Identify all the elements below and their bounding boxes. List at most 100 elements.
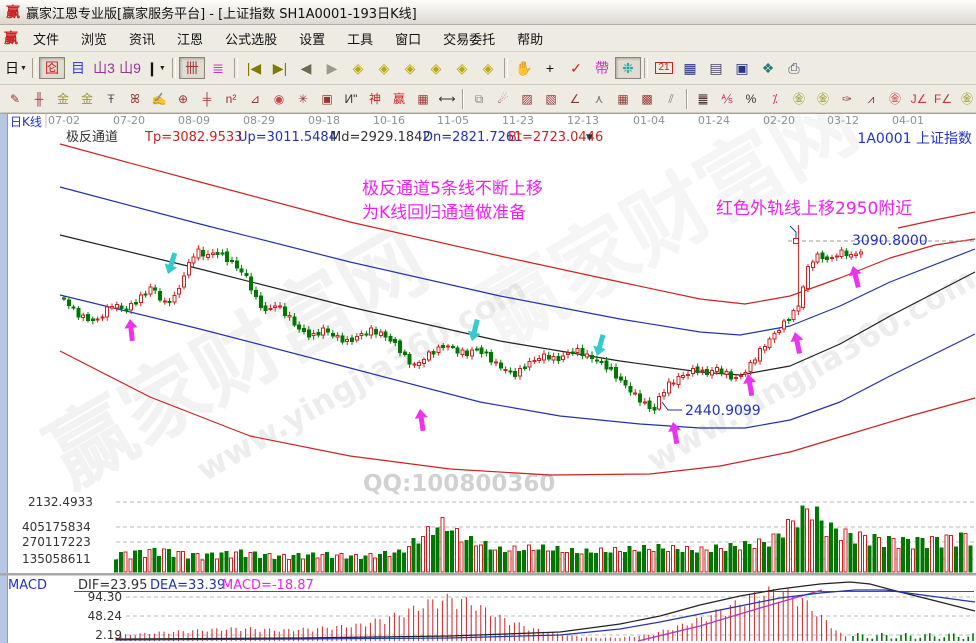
ray-fan-icon: ☄ [498,93,509,105]
notepad-button[interactable]: ▤ [703,57,729,79]
minute-9-view-button[interactable]: 山9 [117,57,143,79]
flag-pen-button[interactable]: ✑ [835,89,859,108]
menu-item-9[interactable]: 帮助 [506,26,554,51]
wave-tool-button[interactable]: ⋏ [587,89,611,108]
shade-box-2-icon: ▧ [545,93,556,105]
zoom-right-button[interactable]: ◈ [371,57,397,79]
percent-line-button[interactable]: ⁒ [763,89,787,108]
circle-target-button[interactable]: ◉ [267,89,291,108]
percent-button[interactable]: % [739,89,763,108]
network-data-button[interactable]: ❖ [755,57,781,79]
step-forward-icon: ▶ [327,61,338,75]
gann-circle-button[interactable]: ⊕ [171,89,195,108]
zoom-all-button[interactable]: ◈ [475,57,501,79]
print-button[interactable]: ⎙ [781,57,807,79]
gann-gold-ruler-1-button[interactable]: 金 [51,89,75,108]
minute-9-view-icon: 山9 [119,61,141,75]
radiate-tool-button[interactable]: ✳ [291,89,315,108]
menu-item-7[interactable]: 窗口 [384,26,432,51]
ruler-tool-button[interactable]: ╫ [27,89,51,108]
gold-angle-icon: ㊎ [961,93,973,105]
date-tick-5: 10-16 [373,114,405,127]
indicator-up: Up=3011.5484 [238,130,337,145]
frame-tool-button[interactable]: ⧉ [467,89,491,108]
gold-circle-1-icon: ㊎ [793,93,805,105]
note-line2: 为K线回归通道做准备 [362,203,526,223]
menu-item-8[interactable]: 交易委托 [432,26,506,51]
angle-line-button[interactable]: ∠ [563,89,587,108]
color-volume-view-button[interactable]: ≣ [205,57,231,79]
candle-draw-tool-button[interactable]: 卌 [179,57,205,79]
circle-grid-button[interactable]: ▣ [315,89,339,108]
gold-red-button[interactable]: ㊎ [883,89,907,108]
minute-3-view-button[interactable]: 山3 [91,57,117,79]
percent-zone-icon: ⅍ [721,93,732,105]
hand-tool-button[interactable]: ✋ [511,57,537,79]
angle-fan-button[interactable]: ⊿ [243,89,267,108]
band-tool-button[interactable]: 帶 [589,57,615,79]
pencil-tool-button[interactable]: ✎ [3,89,27,108]
pane-divider[interactable] [0,573,976,576]
marker-tool-button[interactable]: ✍ [147,89,171,108]
menu-item-1[interactable]: 浏览 [70,26,118,51]
quote-list-view-icon: 目 [71,61,85,75]
window-title: 赢家江恩专业版[赢家服务平台] - [上证指数 SH1A0001-193日K线] [26,3,417,22]
quote-list-view-button[interactable]: 目 [65,57,91,79]
step-forward-button[interactable]: ▶ [319,57,345,79]
shen-tool-button[interactable]: 神 [363,89,387,108]
ying-tool-button[interactable]: 赢 [387,89,411,108]
square-of-nine-icon: n² [226,93,237,105]
arc-tool-button[interactable]: ⩘ [859,89,883,108]
menu-item-6[interactable]: 工具 [336,26,384,51]
goto-first-button[interactable]: |◀ [241,57,267,79]
square-of-nine-button[interactable]: n² [219,89,243,108]
menu-item-0[interactable]: 文件 [22,26,70,51]
menu-item-2[interactable]: 资讯 [118,26,166,51]
gold-angle-button[interactable]: ㊎ [955,89,976,108]
spiral-tool-button[interactable]: ꕤ [123,89,147,108]
save-button[interactable]: ▣ [729,57,755,79]
calendar-button[interactable]: 21 [651,57,677,79]
k-mark-button[interactable]: И" [339,89,363,108]
volume-axis-1: 405175834 [22,520,91,534]
candle-style-button[interactable]: ❙▼ [143,57,169,79]
zoom-out-button[interactable]: ◈ [449,57,475,79]
goto-last-button[interactable]: ▶| [267,57,293,79]
hand-tool-icon: ✋ [515,61,532,75]
step-back-button[interactable]: ◀ [293,57,319,79]
grid-a-button[interactable]: ▦ [611,89,635,108]
f-ruler-button[interactable]: Ŧ [99,89,123,108]
angle-measure-tool-button[interactable]: ✓ [563,57,589,79]
gold-circle-2-button[interactable]: ㊎ [811,89,835,108]
menu-item-5[interactable]: 设置 [288,26,336,51]
f-angle-button[interactable]: F∠ [931,89,955,108]
grid-123-button[interactable]: ▦ [411,89,435,108]
pencil-tool-icon: ✎ [10,93,20,105]
zoom-h-button[interactable]: ◈ [397,57,423,79]
crosshair-tool-button[interactable]: + [537,57,563,79]
calculator-button[interactable]: ▦ [677,57,703,79]
ray-fan-button[interactable]: ☄ [491,89,515,108]
smart-analysis-button[interactable]: ❉ [615,57,641,79]
gann-gold-ruler-2-button[interactable]: 金 [75,89,99,108]
gold-circle-1-button[interactable]: ㊎ [787,89,811,108]
indicator-dropdown-icon[interactable]: ▼ [586,133,593,143]
j-angle-button[interactable]: J∠ [907,89,931,108]
notepad-icon: ▤ [709,61,722,75]
shade-box-1-button[interactable]: ▨ [515,89,539,108]
grid-b-button[interactable]: ▩ [635,89,659,108]
kline-chart-view-button[interactable]: 囵 [39,57,65,79]
width-ruler-button[interactable]: ⟷ [435,89,459,108]
menu-item-4[interactable]: 公式选股 [214,26,288,51]
zoom-in-button[interactable]: ◈ [423,57,449,79]
macd-axis-1: 94.30 [88,590,122,604]
column-ratio-button[interactable]: ䷀ [691,89,715,108]
zoom-left-button[interactable]: ◈ [345,57,371,79]
period-day-selector-button[interactable]: 日▼ [3,57,29,79]
parallel-lines-button[interactable]: ⫽ [659,89,683,108]
menu-item-3[interactable]: 江恩 [166,26,214,51]
chart-area[interactable]: 日K线 07-0207-2008-0908-2909-1810-1611-051… [0,113,976,643]
shade-box-2-button[interactable]: ▧ [539,89,563,108]
grid-ruler-button[interactable]: ╪ [195,89,219,108]
percent-zone-button[interactable]: ⅍ [715,89,739,108]
